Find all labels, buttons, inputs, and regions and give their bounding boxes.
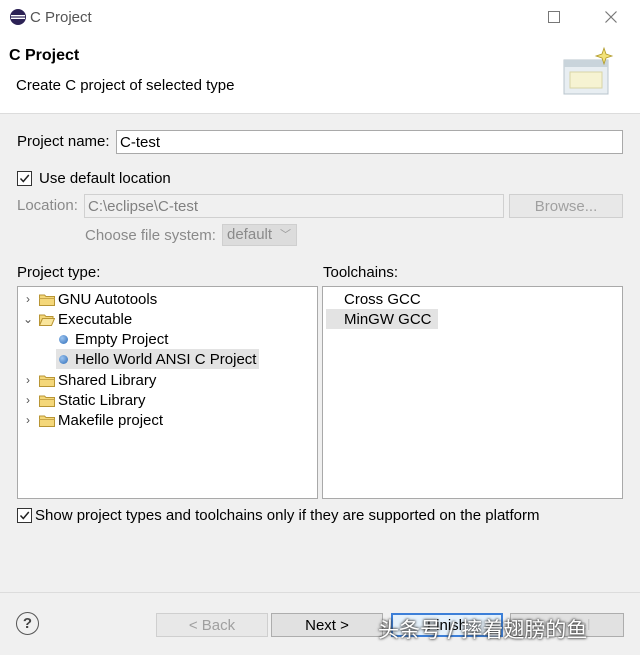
tree-item-executable[interactable]: ⌄ Executable xyxy=(22,309,132,329)
folder-icon xyxy=(39,375,55,387)
toolchains-label: Toolchains: xyxy=(323,264,399,281)
toolchain-item-label: MinGW GCC xyxy=(344,310,432,328)
close-button[interactable] xyxy=(588,0,634,34)
page-title: C Project xyxy=(9,47,80,64)
project-type-icon xyxy=(59,334,68,344)
file-system-select[interactable]: default ﹀ xyxy=(222,224,297,246)
close-icon xyxy=(605,11,617,23)
project-name-input[interactable]: C-test xyxy=(116,130,623,154)
maximize-button[interactable] xyxy=(531,0,577,34)
tree-item-shared-library[interactable]: › Shared Library xyxy=(22,370,156,390)
file-system-label: Choose file system: xyxy=(85,227,216,244)
footer-divider xyxy=(0,592,640,593)
chevron-right-icon: › xyxy=(26,373,30,387)
tree-item-makefile-project[interactable]: › Makefile project xyxy=(22,410,163,430)
tree-item-label: Static Library xyxy=(58,391,146,409)
tree-item-label: Makefile project xyxy=(58,411,164,429)
tree-item-label: Executable xyxy=(58,310,133,328)
chevron-right-icon: › xyxy=(26,393,30,407)
folder-icon xyxy=(39,294,55,306)
back-button[interactable]: < Back xyxy=(156,613,268,637)
toolchain-item-mingw-gcc[interactable]: MinGW GCC xyxy=(326,309,438,329)
folder-icon xyxy=(39,415,55,427)
new-project-wizard-icon xyxy=(563,46,614,95)
chevron-down-icon: ﹀ xyxy=(280,229,291,241)
watermark: 头条号 / 摔着翅膀的鱼 xyxy=(378,618,588,642)
location-input[interactable]: C:\eclipse\C-test xyxy=(84,194,504,218)
file-system-value: default xyxy=(227,226,273,243)
tree-item-label: Hello World ANSI C Project xyxy=(75,350,257,368)
show-supported-only-checkbox[interactable] xyxy=(17,508,32,523)
project-type-tree[interactable]: › GNU Autotools ⌄ Executable Empty Proje… xyxy=(17,286,318,499)
tree-item-empty-project[interactable]: Empty Project xyxy=(59,329,168,349)
tree-item-label: Empty Project xyxy=(75,330,169,348)
tree-item-label: Shared Library xyxy=(58,371,157,389)
show-supported-only-label: Show project types and toolchains only i… xyxy=(35,507,540,524)
browse-button[interactable]: Browse... xyxy=(509,194,623,218)
folder-open-icon xyxy=(39,314,55,326)
folder-icon xyxy=(39,395,55,407)
use-default-location-checkbox[interactable] xyxy=(17,171,32,186)
maximize-icon xyxy=(548,11,560,23)
tree-item-static-library[interactable]: › Static Library xyxy=(22,390,146,410)
page-description: Create C project of selected type xyxy=(16,77,235,94)
title-bar: C Project xyxy=(0,0,640,36)
tree-item-label: GNU Autotools xyxy=(58,290,158,308)
project-type-icon xyxy=(59,354,68,364)
toolchains-list[interactable]: Cross GCC MinGW GCC xyxy=(322,286,623,499)
checkmark-icon xyxy=(19,511,30,520)
project-name-label: Project name: xyxy=(17,133,110,150)
wizard-header: C Project Create C project of selected t… xyxy=(0,36,640,114)
tree-item-gnu-autotools[interactable]: › GNU Autotools xyxy=(22,289,157,309)
chevron-down-icon: ⌄ xyxy=(22,312,34,326)
eclipse-icon xyxy=(10,9,26,25)
use-default-location-label: Use default location xyxy=(39,170,171,187)
project-type-label: Project type: xyxy=(17,264,101,281)
help-button[interactable]: ? xyxy=(16,612,39,635)
next-button[interactable]: Next > xyxy=(271,613,383,637)
chevron-right-icon: › xyxy=(26,413,30,427)
toolchain-item-cross-gcc[interactable]: Cross GCC xyxy=(344,289,421,309)
window-title: C Project xyxy=(30,9,92,26)
chevron-right-icon: › xyxy=(26,292,30,306)
help-icon: ? xyxy=(22,615,33,632)
checkmark-icon xyxy=(19,174,30,183)
tree-item-hello-world-ansi-c-project[interactable]: Hello World ANSI C Project xyxy=(56,349,260,369)
location-label: Location: xyxy=(17,197,78,214)
